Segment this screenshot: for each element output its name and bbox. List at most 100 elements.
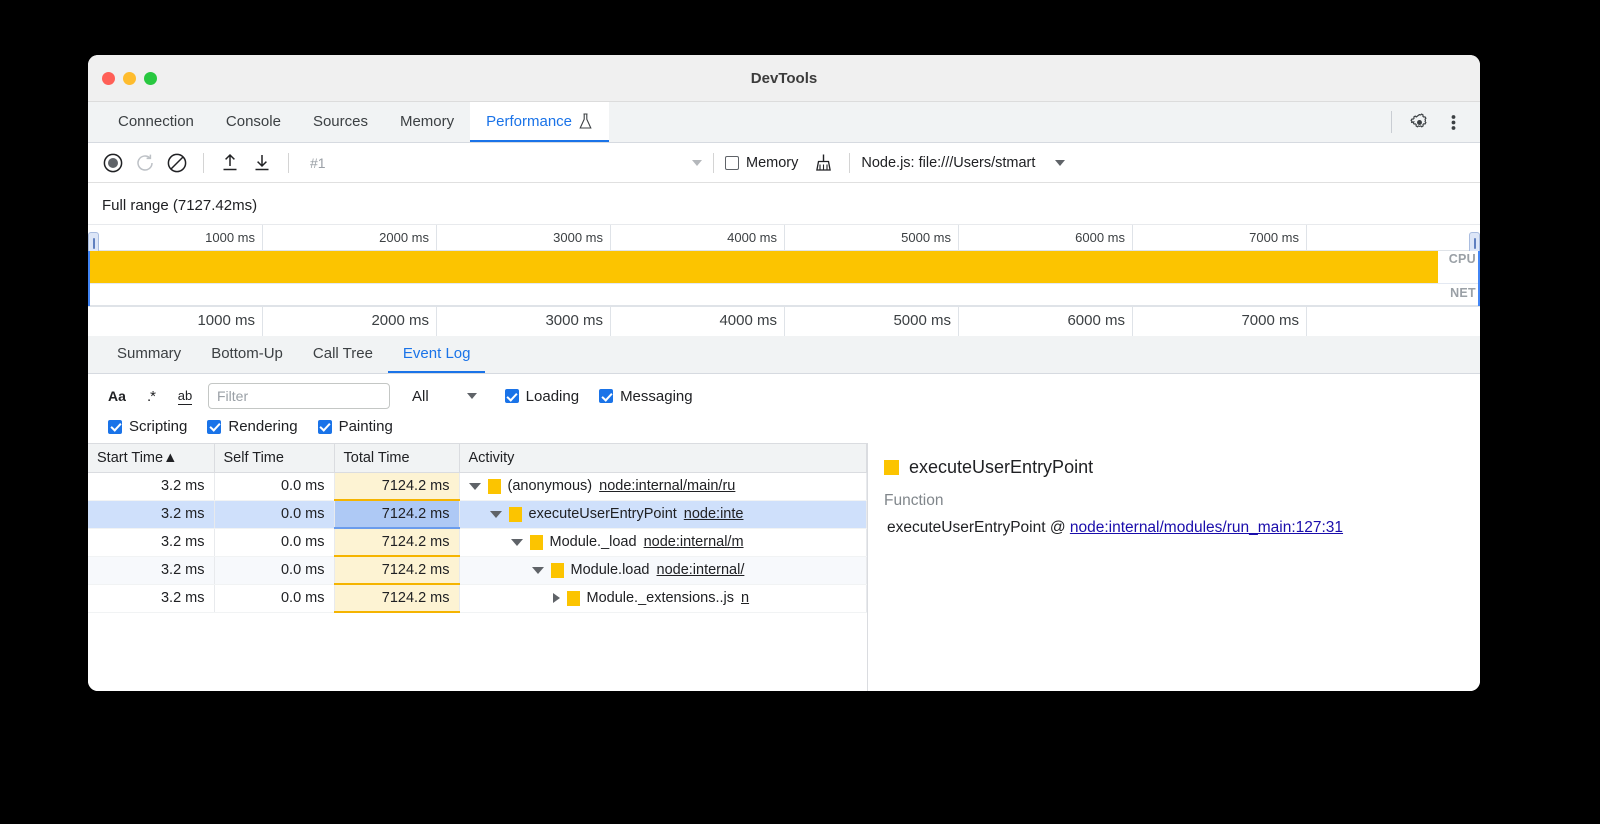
ruler-divider [958,307,959,336]
category-checkbox-loading[interactable]: Loading [505,388,579,405]
broom-icon [813,152,834,173]
recording-selector-chevron-down-icon[interactable] [692,160,702,166]
duration-filter-chevron-down-icon[interactable] [467,393,477,399]
minimize-window-button[interactable] [123,72,136,85]
column-header-start-time[interactable]: Start Time▲ [88,444,214,473]
scripting-color-swatch-icon [567,591,580,606]
activity-source-link[interactable]: node:internal/m [644,534,744,550]
cell-self-time: 0.0 ms [214,556,334,584]
category-checkbox-painting-box[interactable] [318,420,332,434]
category-checkbox-messaging-box[interactable] [599,389,613,403]
ruler-divider [436,307,437,336]
activity-source-link[interactable]: node:inte [684,506,744,522]
net-track[interactable]: NET [88,284,1480,306]
toolbar-separator-2 [288,153,289,173]
target-selector-label[interactable]: Node.js: file:///Users/stmart [861,155,1035,171]
download-icon [251,152,273,174]
column-header-self-time[interactable]: Self Time [214,444,334,473]
category-checkbox-rendering[interactable]: Rendering [207,418,297,435]
collapse-triangle-icon[interactable] [511,539,523,546]
subtab-event-log[interactable]: Event Log [388,336,486,373]
reload-and-record-button[interactable] [130,148,160,178]
clear-recording-button[interactable] [162,148,192,178]
ruler-tick-label: 6000 ms [1075,230,1132,245]
category-checkbox-painting[interactable]: Painting [318,418,393,435]
whole-word-icon[interactable]: ab [168,383,202,409]
event-details-kind: Function [884,492,1480,510]
activity-source-link[interactable]: node:internal/main/ru [599,478,735,494]
activity-source-link[interactable]: node:internal/ [657,562,745,578]
more-options-button[interactable] [1438,107,1468,137]
timeline-overview: Full range (7127.42ms) 1000 ms2000 ms300… [88,183,1480,336]
table-row[interactable]: 3.2 ms0.0 ms7124.2 msModule.loadnode:int… [88,556,867,584]
memory-checkbox-box[interactable] [725,156,739,170]
cell-total-time: 7124.2 ms [334,556,459,584]
match-case-icon[interactable]: Aa [100,383,134,409]
tab-connection[interactable]: Connection [102,102,210,142]
category-checkbox-rendering-box[interactable] [207,420,221,434]
ruler-divider [262,307,263,336]
close-window-button[interactable] [102,72,115,85]
overview-ruler-top[interactable]: 1000 ms2000 ms3000 ms4000 ms5000 ms6000 … [88,224,1480,251]
collapse-triangle-icon[interactable] [469,483,481,490]
category-label-loading: Loading [526,388,579,405]
event-log-table: Start Time▲ Self Time Total Time Activit… [88,443,867,613]
subtab-summary[interactable]: Summary [102,336,196,373]
collect-garbage-button[interactable] [808,148,838,178]
ruler-tick-label: 3000 ms [545,312,610,329]
expand-triangle-icon[interactable] [553,593,560,603]
table-row[interactable]: 3.2 ms0.0 ms7124.2 ms(anonymous)node:int… [88,473,867,501]
memory-checkbox-label: Memory [746,155,798,171]
activity-name: executeUserEntryPoint [529,506,677,522]
load-profile-button[interactable] [215,148,245,178]
toolbar-separator [1391,111,1392,133]
subtab-bottom-up[interactable]: Bottom-Up [196,336,298,373]
recording-selector-label[interactable]: #1 [300,155,690,171]
ruler-tick-label: 4000 ms [719,312,784,329]
cell-total-time: 7124.2 ms [334,473,459,501]
activity-source-link[interactable]: n [741,590,749,606]
maximize-window-button[interactable] [144,72,157,85]
tab-sources[interactable]: Sources [297,102,384,142]
category-checkbox-scripting-box[interactable] [108,420,122,434]
table-row[interactable]: 3.2 ms0.0 ms7124.2 msModule._extensions.… [88,584,867,612]
devtools-window: DevTools Connection Console Sources Memo… [88,55,1480,691]
cell-start-time: 3.2 ms [88,500,214,528]
column-header-activity[interactable]: Activity [459,444,867,473]
overview-tracks[interactable]: CPU NET [88,251,1480,306]
collapse-triangle-icon[interactable] [490,511,502,518]
activity-name: Module._extensions..js [587,590,735,606]
cell-self-time: 0.0 ms [214,584,334,612]
tab-memory[interactable]: Memory [384,102,470,142]
category-label-rendering: Rendering [228,418,297,435]
event-details-source-link[interactable]: node:internal/modules/run_main:127:31 [1070,519,1343,536]
memory-checkbox[interactable]: Memory [725,155,798,171]
table-row[interactable]: 3.2 ms0.0 ms7124.2 msModule._loadnode:in… [88,528,867,556]
settings-button[interactable] [1404,107,1434,137]
tab-performance[interactable]: Performance [470,102,609,142]
table-row[interactable]: 3.2 ms0.0 ms7124.2 msexecuteUserEntryPoi… [88,500,867,528]
tab-console[interactable]: Console [210,102,297,142]
overview-ruler-bottom[interactable]: 1000 ms2000 ms3000 ms4000 ms5000 ms6000 … [88,306,1480,336]
full-range-label: Full range (7127.42ms) [88,183,1480,224]
save-profile-button[interactable] [247,148,277,178]
subtab-call-tree[interactable]: Call Tree [298,336,388,373]
cpu-track[interactable]: CPU [88,251,1480,284]
category-checkbox-messaging[interactable]: Messaging [599,388,693,405]
category-checkbox-scripting[interactable]: Scripting [108,418,187,435]
target-selector-chevron-down-icon[interactable] [1055,160,1065,166]
filter-input[interactable] [208,383,390,409]
record-button[interactable] [98,148,128,178]
details-pane: Summary Bottom-Up Call Tree Event Log Aa… [88,336,1480,691]
cell-activity: executeUserEntryPoint node:inte [459,500,867,528]
category-checkbox-loading-box[interactable] [505,389,519,403]
event-details-title: executeUserEntryPoint [884,457,1480,478]
cell-start-time: 3.2 ms [88,584,214,612]
regex-icon[interactable]: .* [134,383,168,409]
column-header-total-time[interactable]: Total Time [334,444,459,473]
cell-self-time: 0.0 ms [214,528,334,556]
table-header-row: Start Time▲ Self Time Total Time Activit… [88,444,867,473]
duration-filter-select[interactable]: All [412,388,477,405]
collapse-triangle-icon[interactable] [532,567,544,574]
subtab-summary-label: Summary [117,345,181,362]
